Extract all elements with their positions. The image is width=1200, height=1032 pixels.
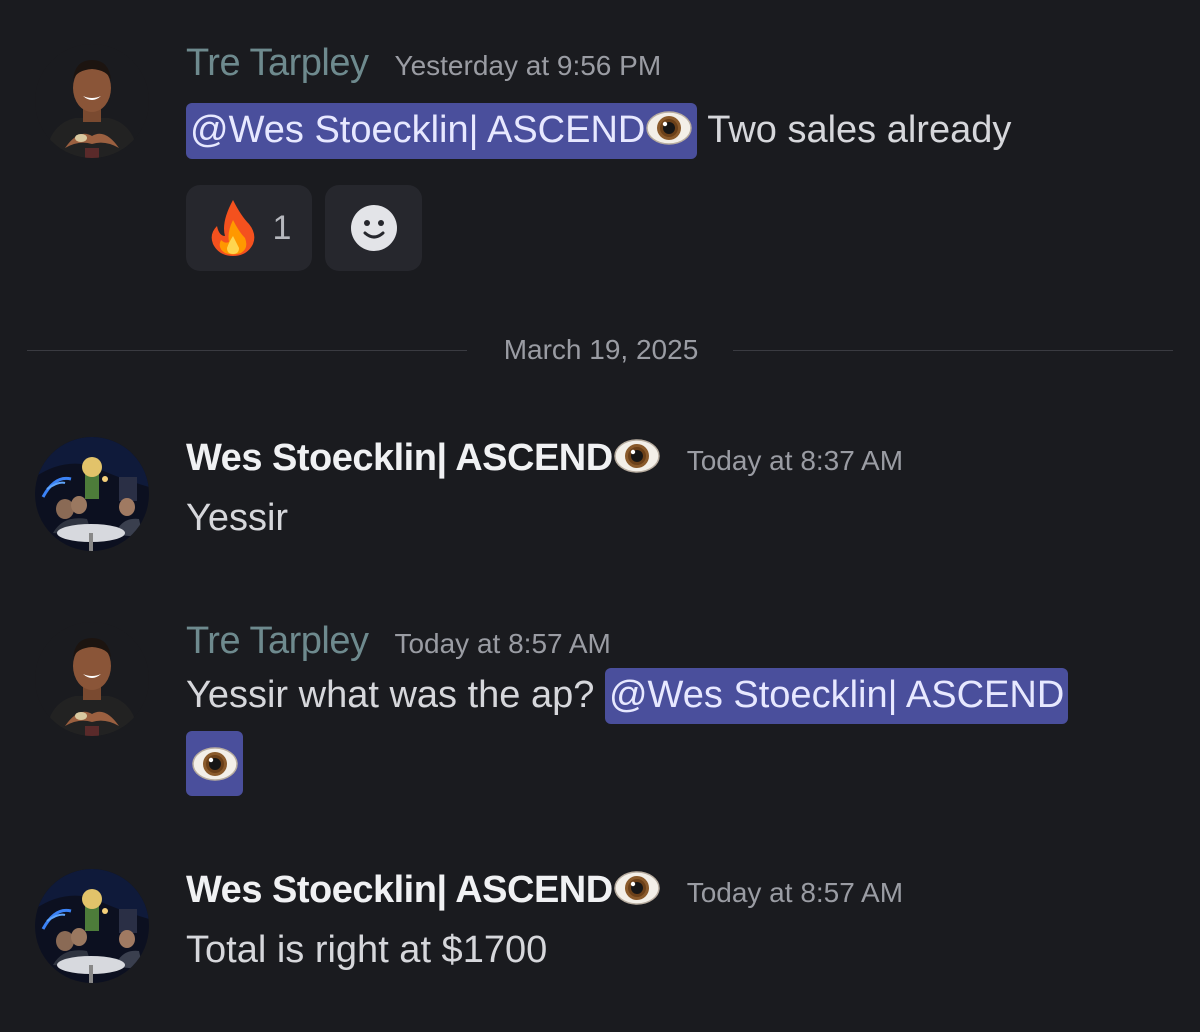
message-header: Wes Stoecklin| ASCEND Today at 8:37 AM <box>186 436 903 480</box>
author-name[interactable]: Tre Tarpley <box>186 42 369 85</box>
avatar[interactable] <box>35 437 149 551</box>
message-timestamp: Yesterday at 9:56 PM <box>394 50 662 81</box>
message-header: Tre Tarpley Yesterday at 9:56 PM <box>186 42 661 85</box>
avatar[interactable] <box>35 44 149 158</box>
message-header: Wes Stoecklin| ASCEND Today at 8:57 AM <box>186 868 903 912</box>
author-name[interactable]: Wes Stoecklin| ASCEND <box>186 436 661 480</box>
message-text: Yessir <box>186 497 289 539</box>
user-avatar-image <box>35 44 149 158</box>
date-divider-line-left <box>27 350 467 351</box>
avatar[interactable] <box>35 869 149 983</box>
message-timestamp: Today at 8:57 AM <box>394 628 611 659</box>
eye-emoji-icon <box>191 744 239 784</box>
chat-log: Tre Tarpley Yesterday at 9:56 PM @Wes St… <box>0 0 1200 1032</box>
message-text: Two sales already <box>697 109 1012 151</box>
user-avatar-image <box>35 869 149 983</box>
message-timestamp: Today at 8:57 AM <box>686 877 904 908</box>
date-divider-line-right <box>733 350 1173 351</box>
fire-emoji-icon <box>211 200 254 256</box>
author-name[interactable]: Wes Stoecklin| ASCEND <box>186 868 661 912</box>
user-avatar-image <box>35 622 149 736</box>
message-text: Total is right at $1700 <box>186 929 548 971</box>
date-divider-label: March 19, 2025 <box>503 334 699 365</box>
reaction-fire[interactable]: 1 <box>186 185 312 271</box>
eye-emoji-icon <box>613 436 661 476</box>
eye-emoji-icon <box>645 108 693 148</box>
message-timestamp: Today at 8:37 AM <box>686 445 904 476</box>
author-name[interactable]: Tre Tarpley <box>186 620 369 663</box>
message-content: @Wes Stoecklin| ASCEND Two sales already <box>186 103 1012 159</box>
eye-emoji-icon <box>613 868 661 908</box>
avatar[interactable] <box>35 622 149 736</box>
add-reaction-icon <box>350 205 397 251</box>
user-avatar-image <box>35 437 149 551</box>
message-content: Yessir what was the ap? @Wes Stoecklin| … <box>186 668 1069 724</box>
user-mention[interactable]: @Wes Stoecklin| ASCEND <box>604 668 1069 724</box>
user-mention-emoji[interactable] <box>186 731 243 796</box>
message-header: Tre Tarpley Today at 8:57 AM <box>186 620 611 663</box>
user-mention[interactable]: @Wes Stoecklin| ASCEND <box>186 103 698 159</box>
add-reaction-button[interactable] <box>325 185 422 271</box>
message-text: Yessir what was the ap? <box>186 674 605 716</box>
reaction-count: 1 <box>272 208 292 247</box>
